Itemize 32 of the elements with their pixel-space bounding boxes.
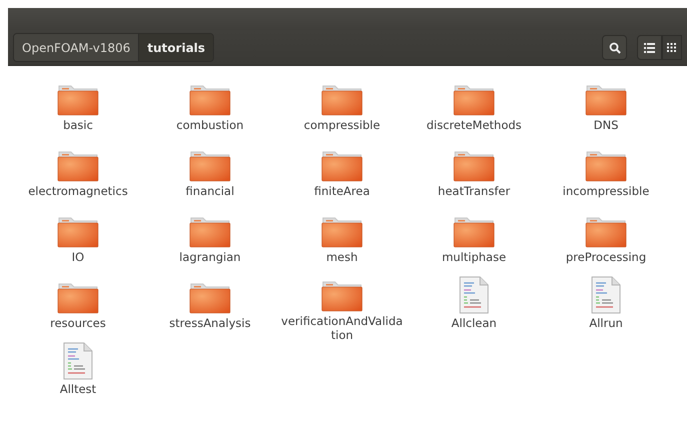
folder-name[interactable]: compressible bbox=[279, 118, 405, 132]
grid-icon bbox=[667, 43, 676, 52]
folder-name[interactable]: lagrangian bbox=[147, 250, 273, 264]
script-file-icon bbox=[63, 342, 93, 380]
script-file-icon bbox=[459, 276, 489, 314]
breadcrumb-button[interactable]: tutorials bbox=[138, 34, 214, 61]
folder-name[interactable]: incompressible bbox=[543, 184, 669, 198]
search-icon bbox=[608, 42, 620, 54]
folder-name[interactable]: combustion bbox=[147, 118, 273, 132]
list-view-button[interactable] bbox=[637, 35, 662, 60]
folder-name[interactable]: heatTransfer bbox=[411, 184, 537, 198]
file-name[interactable]: Allclean bbox=[411, 316, 537, 330]
folder-name[interactable]: verificationAndValidation bbox=[279, 314, 405, 342]
breadcrumb-button[interactable]: OpenFOAM-v1806 bbox=[14, 34, 138, 61]
folder-name[interactable]: multiphase bbox=[411, 250, 537, 264]
folder-name[interactable]: basic bbox=[15, 118, 141, 132]
folder-name[interactable]: mesh bbox=[279, 250, 405, 264]
folder-name[interactable]: finiteArea bbox=[279, 184, 405, 198]
search-button[interactable] bbox=[602, 35, 627, 60]
list-icon bbox=[644, 42, 655, 52]
folder-name[interactable]: financial bbox=[147, 184, 273, 198]
folder-name[interactable]: IO bbox=[15, 250, 141, 264]
folder-name[interactable]: preProcessing bbox=[543, 250, 669, 264]
folder-name[interactable]: discreteMethods bbox=[411, 118, 537, 132]
file-name[interactable]: Allrun bbox=[543, 316, 669, 330]
script-file-icon bbox=[591, 276, 621, 314]
folder-name[interactable]: stressAnalysis bbox=[147, 316, 273, 330]
file-name[interactable]: Alltest bbox=[15, 382, 141, 396]
folder-name[interactable]: DNS bbox=[543, 118, 669, 132]
folder-name[interactable]: electromagnetics bbox=[15, 184, 141, 198]
folder-name[interactable]: resources bbox=[15, 316, 141, 330]
grid-view-button[interactable] bbox=[662, 35, 682, 60]
